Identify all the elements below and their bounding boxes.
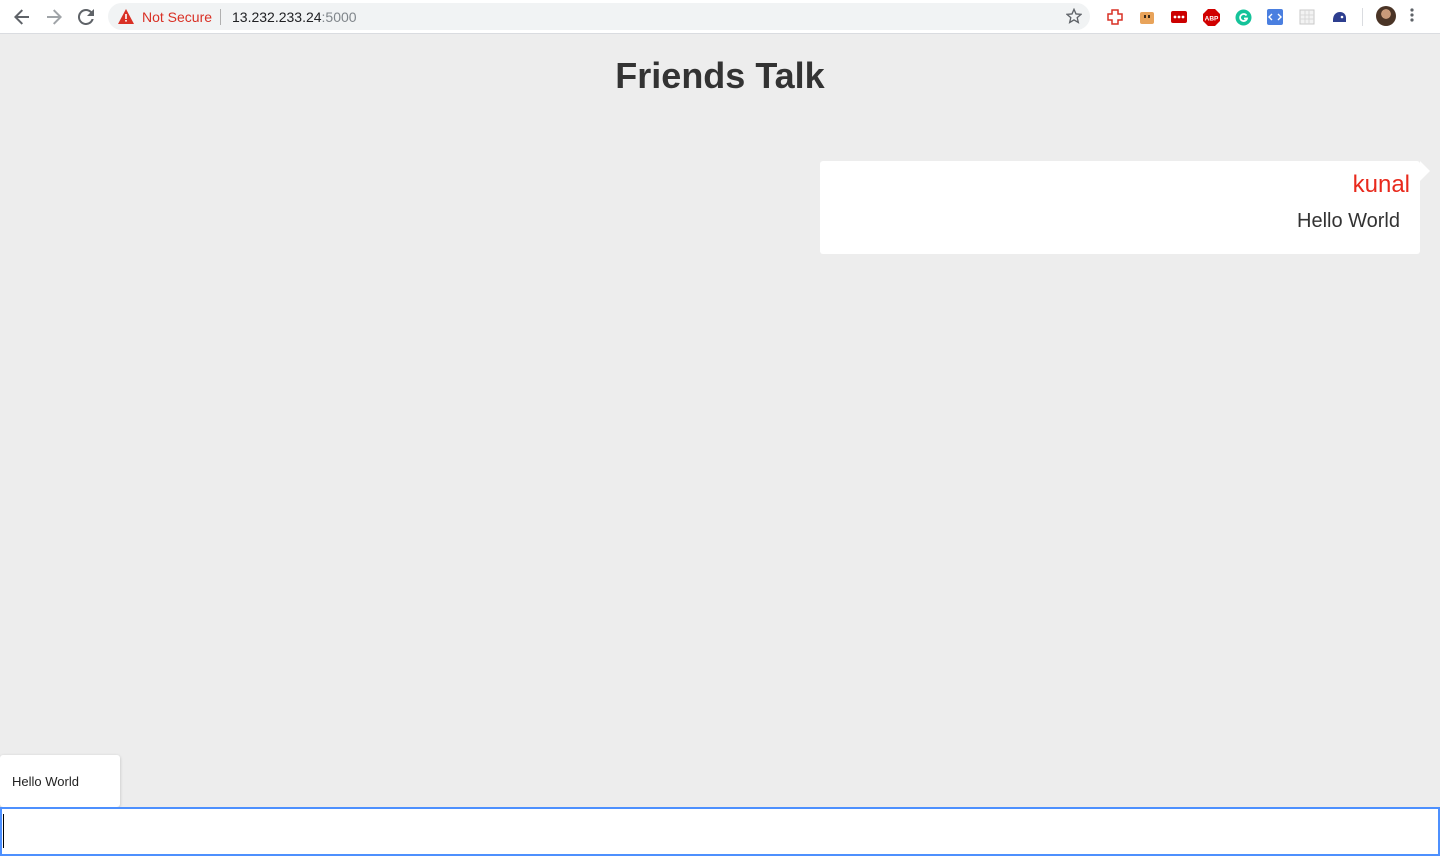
url-host: 13.232.233.24 xyxy=(232,9,322,25)
page-title: Friends Talk xyxy=(615,55,825,96)
extension-grid-icon[interactable] xyxy=(1298,8,1316,26)
address-bar[interactable]: Not Secure 13.232.233.24:5000 xyxy=(108,3,1090,30)
url-text: 13.232.233.24:5000 xyxy=(232,9,357,25)
browser-toolbar: Not Secure 13.232.233.24:5000 ABP xyxy=(0,0,1440,34)
toolbar-separator xyxy=(1362,8,1363,26)
message-card: kunal Hello World xyxy=(820,161,1430,254)
extension-bag-icon[interactable] xyxy=(1138,8,1156,26)
message-input[interactable] xyxy=(0,807,1440,856)
message-username: kunal xyxy=(1352,171,1410,198)
extension-lastpass-icon[interactable] xyxy=(1170,8,1188,26)
url-port: :5000 xyxy=(321,9,357,25)
extension-plus-icon[interactable] xyxy=(1106,8,1124,26)
omnibox-divider xyxy=(220,9,221,25)
message-text: Hello World xyxy=(1297,210,1400,232)
extension-code-icon[interactable] xyxy=(1266,8,1284,26)
chat-page: Friends Talk kunal Hello World Hello Wor… xyxy=(0,35,1440,856)
message-preview: Hello World xyxy=(0,755,120,807)
profile-avatar[interactable] xyxy=(1376,6,1396,26)
warning-icon xyxy=(118,9,134,29)
back-icon[interactable] xyxy=(10,5,34,29)
message-preview-text: Hello World xyxy=(12,774,79,789)
text-cursor xyxy=(3,814,4,848)
forward-icon[interactable] xyxy=(42,5,66,29)
reload-icon[interactable] xyxy=(74,5,98,29)
adblock-label: ABP xyxy=(1204,15,1218,22)
extension-bird-icon[interactable] xyxy=(1330,8,1348,26)
bookmark-star-icon[interactable] xyxy=(1065,7,1083,29)
extension-adblock-icon[interactable]: ABP xyxy=(1202,8,1220,26)
security-status[interactable]: Not Secure xyxy=(142,9,212,25)
extension-grammarly-icon[interactable] xyxy=(1234,8,1252,26)
kebab-menu-icon[interactable] xyxy=(1410,7,1414,28)
